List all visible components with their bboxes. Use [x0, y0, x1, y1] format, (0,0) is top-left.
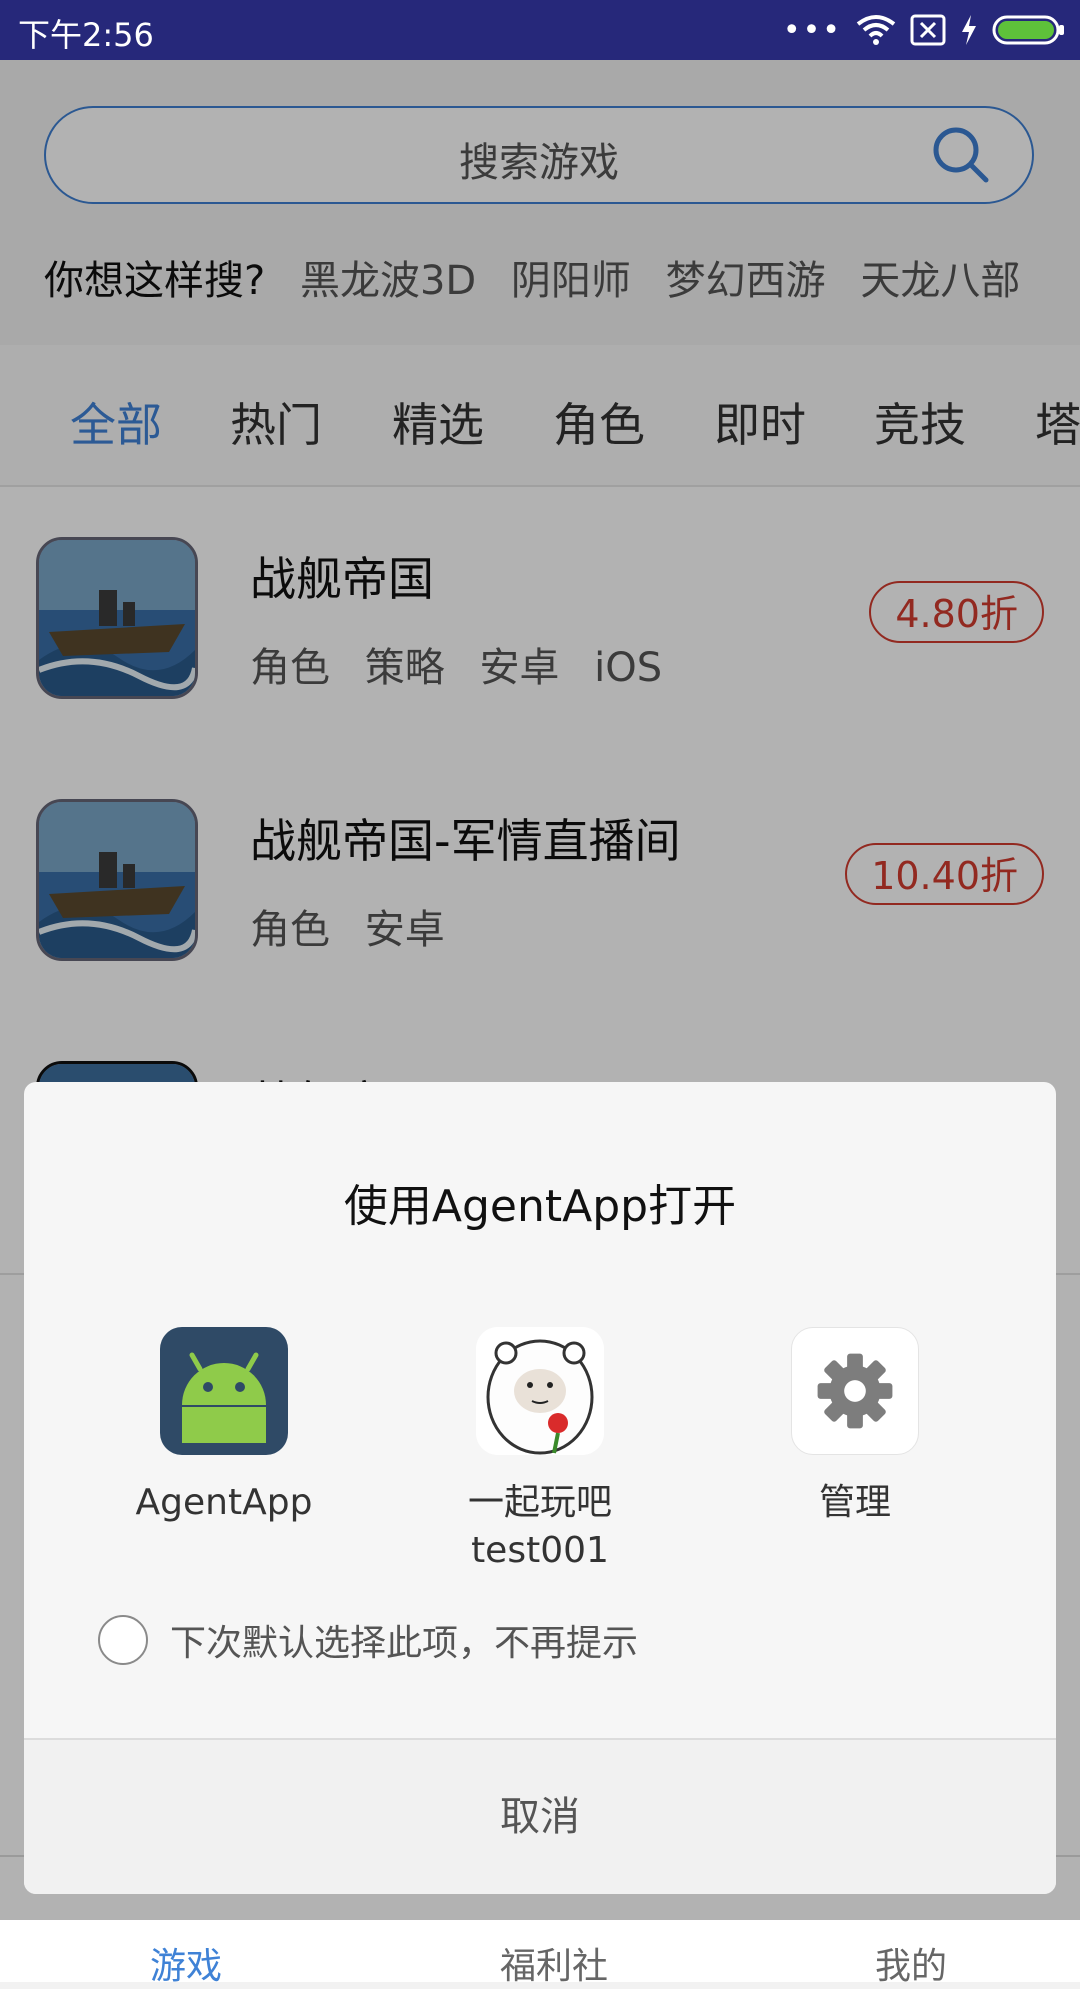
nav-welfare[interactable]: 福利社 [500, 1937, 608, 1989]
cancel-button[interactable]: 取消 [24, 1740, 1056, 1894]
remember-choice-checkbox[interactable] [98, 1615, 148, 1665]
app-option-label: 一起玩吧 test001 [467, 1482, 612, 1571]
nav-games[interactable]: 游戏 [150, 1937, 222, 1989]
app-option-label: AgentApp [135, 1482, 313, 1523]
nav-mine[interactable]: 我的 [875, 1937, 947, 1989]
android-icon [160, 1327, 288, 1455]
no-sim-icon [910, 14, 946, 46]
gear-icon [791, 1327, 919, 1455]
status-time: 下午2:56 [18, 16, 154, 54]
status-bar: 下午2:56 ••• [0, 0, 1080, 60]
app-option-agentapp[interactable]: AgentApp [74, 1327, 374, 1527]
app-option-manage[interactable]: 管理 [705, 1327, 1005, 1527]
meme-face-icon [476, 1327, 604, 1455]
remember-choice-label: 下次默认选择此项，不再提示 [170, 1623, 639, 1664]
app-option-yiqiwanba[interactable]: 一起玩吧 test001 [390, 1327, 690, 1575]
dialog-title: 使用AgentApp打开 [343, 1181, 737, 1232]
open-with-dialog: 使用AgentApp打开 AgentApp 一起玩吧 test001 管理 下次… [24, 1082, 1056, 1894]
more-dots-icon: ••• [782, 12, 842, 48]
battery-icon [992, 15, 1064, 45]
wifi-icon [856, 15, 896, 45]
app-option-label: 管理 [818, 1482, 891, 1523]
charging-icon [962, 15, 976, 45]
remember-choice-row[interactable]: 下次默认选择此项，不再提示 [98, 1614, 638, 1666]
